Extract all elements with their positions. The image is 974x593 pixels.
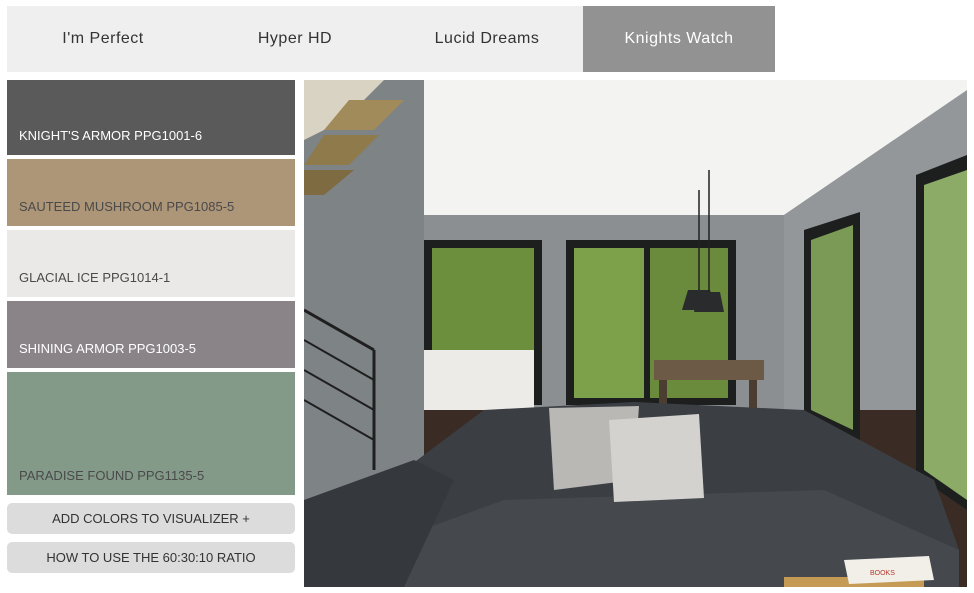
- swatch-label: GLACIAL ICE PPG1014-1: [19, 270, 171, 285]
- how-to-use-ratio-button[interactable]: HOW TO USE THE 60:30:10 RATIO: [7, 542, 295, 573]
- swatch-sauteed-mushroom[interactable]: SAUTEED MUSHROOM PPG1085-5: [7, 159, 295, 226]
- tab-hyper-hd[interactable]: Hyper HD: [199, 6, 391, 72]
- swatch-paradise-found[interactable]: PARADISE FOUND PPG1135-5: [7, 372, 295, 495]
- swatch-shining-armor[interactable]: SHINING ARMOR PPG1003-5: [7, 301, 295, 368]
- swatch-label: SHINING ARMOR PPG1003-5: [19, 341, 196, 356]
- swatch-label: SAUTEED MUSHROOM PPG1085-5: [19, 199, 235, 214]
- palette-tab-bar: I'm Perfect Hyper HD Lucid Dreams Knight…: [7, 6, 775, 72]
- swatch-knights-armor[interactable]: KNIGHT'S ARMOR PPG1001-6: [7, 80, 295, 155]
- color-swatch-list: KNIGHT'S ARMOR PPG1001-6 SAUTEED MUSHROO…: [7, 80, 295, 499]
- swatch-glacial-ice[interactable]: GLACIAL ICE PPG1014-1: [7, 230, 295, 297]
- swatch-label: KNIGHT'S ARMOR PPG1001-6: [19, 128, 203, 143]
- room-visualizer-image: BOOKS: [304, 80, 967, 587]
- add-colors-to-visualizer-button[interactable]: ADD COLORS TO VISUALIZER +: [7, 503, 295, 534]
- tab-lucid-dreams[interactable]: Lucid Dreams: [391, 6, 583, 72]
- book-cover-text: BOOKS: [870, 570, 895, 577]
- tab-im-perfect[interactable]: I'm Perfect: [7, 6, 199, 72]
- tab-knights-watch[interactable]: Knights Watch: [583, 6, 775, 72]
- swatch-label: PARADISE FOUND PPG1135-5: [19, 468, 205, 483]
